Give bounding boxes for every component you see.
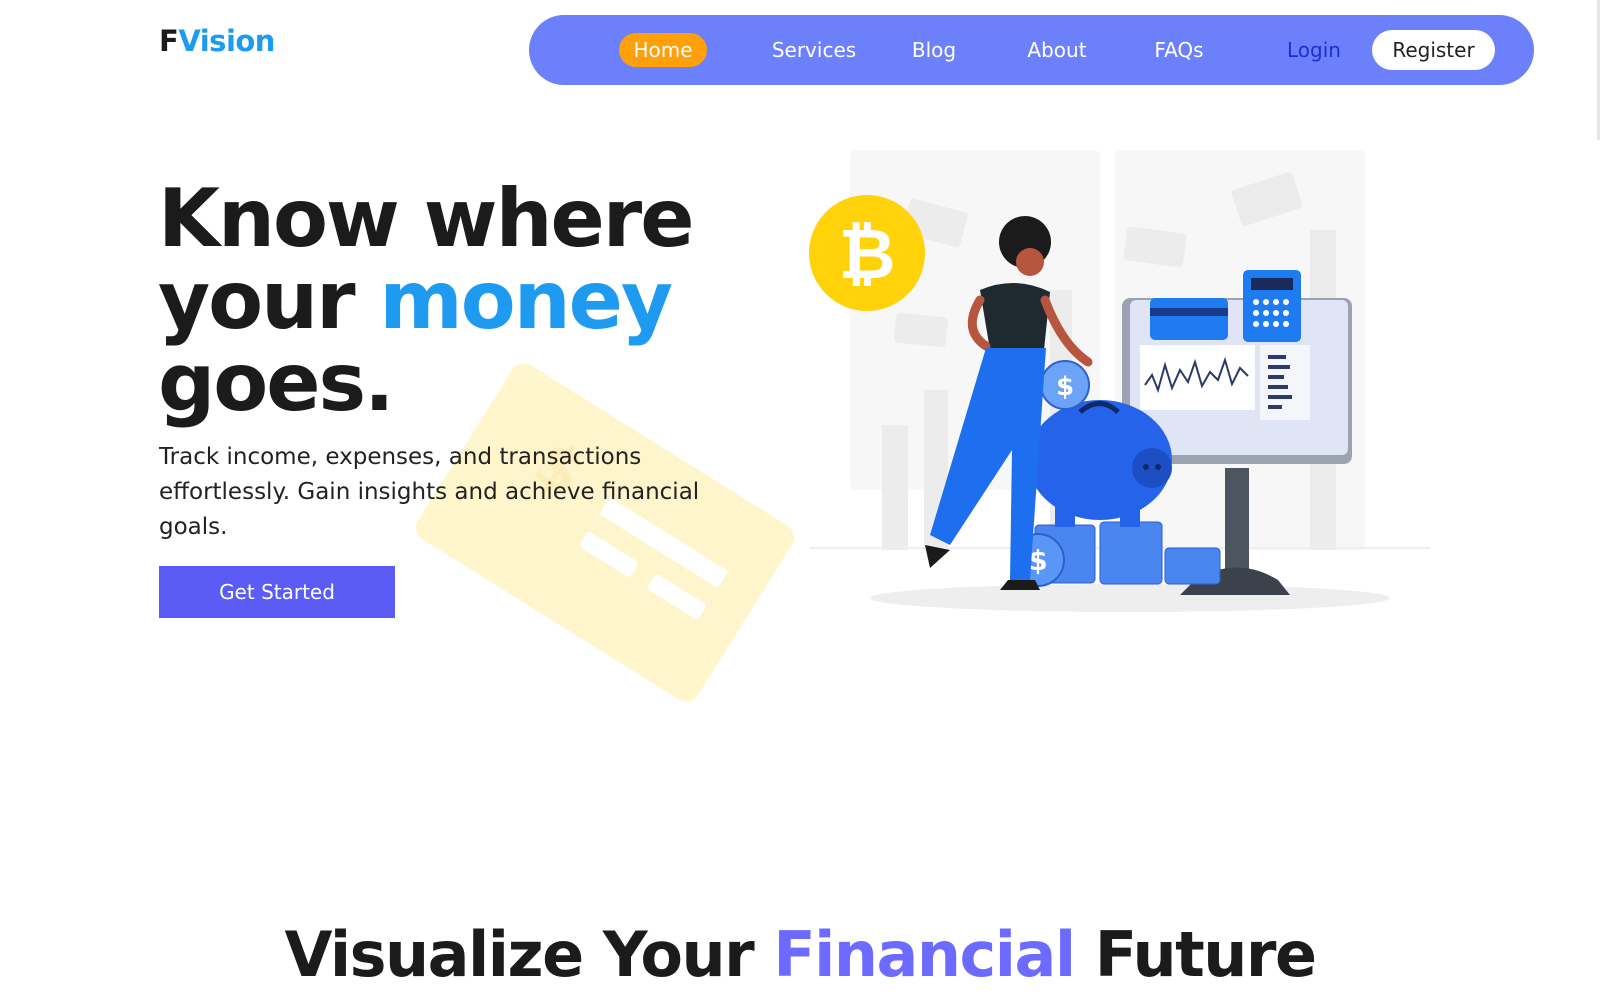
dollar-coin-icon: $ (1040, 360, 1090, 410)
hero-title-line3: goes. (158, 336, 394, 429)
section-title-part1: Visualize Your (284, 918, 774, 991)
hero-title-line1: Know where (158, 172, 694, 265)
section-title: Visualize Your Financial Future (0, 918, 1600, 991)
ground-shadow (870, 584, 1390, 612)
finance-illustration: ₿ $ $ (809, 150, 1430, 612)
bitcoin-symbol: ₿ (838, 213, 895, 295)
hero-subtitle: Track income, expenses, and transactions… (159, 444, 700, 540)
dollar-symbol: $ (1056, 372, 1074, 402)
section-title-accent: Financial (773, 918, 1076, 991)
hero-title: Know where your money goes. (158, 178, 778, 424)
nav-blog-link[interactable]: Blog (899, 33, 969, 67)
decorative-card-line (646, 573, 708, 621)
nav-about-link[interactable]: About (1007, 33, 1107, 67)
brand-logo-part2: Vision (178, 24, 275, 58)
nav-faqs-link[interactable]: FAQs (1139, 33, 1219, 67)
brand-logo-part1: F (159, 24, 179, 58)
get-started-button[interactable]: Get Started (159, 566, 395, 618)
bitcoin-icon: ₿ (809, 195, 925, 311)
hero-title-line2a: your (158, 254, 380, 347)
nav-services-link[interactable]: Services (754, 33, 874, 67)
login-link[interactable]: Login (1274, 33, 1354, 67)
calculator-icon (1243, 270, 1301, 342)
nav-home-link[interactable]: Home (619, 33, 707, 67)
hero-title-accent: money (379, 254, 673, 347)
register-button[interactable]: Register (1372, 30, 1495, 70)
main-nav: Home Services Blog About FAQs Login Regi… (529, 15, 1534, 85)
section-title-part3: Future (1074, 918, 1317, 991)
credit-card-icon (1150, 298, 1228, 340)
brand-logo[interactable]: FVision (159, 24, 275, 58)
